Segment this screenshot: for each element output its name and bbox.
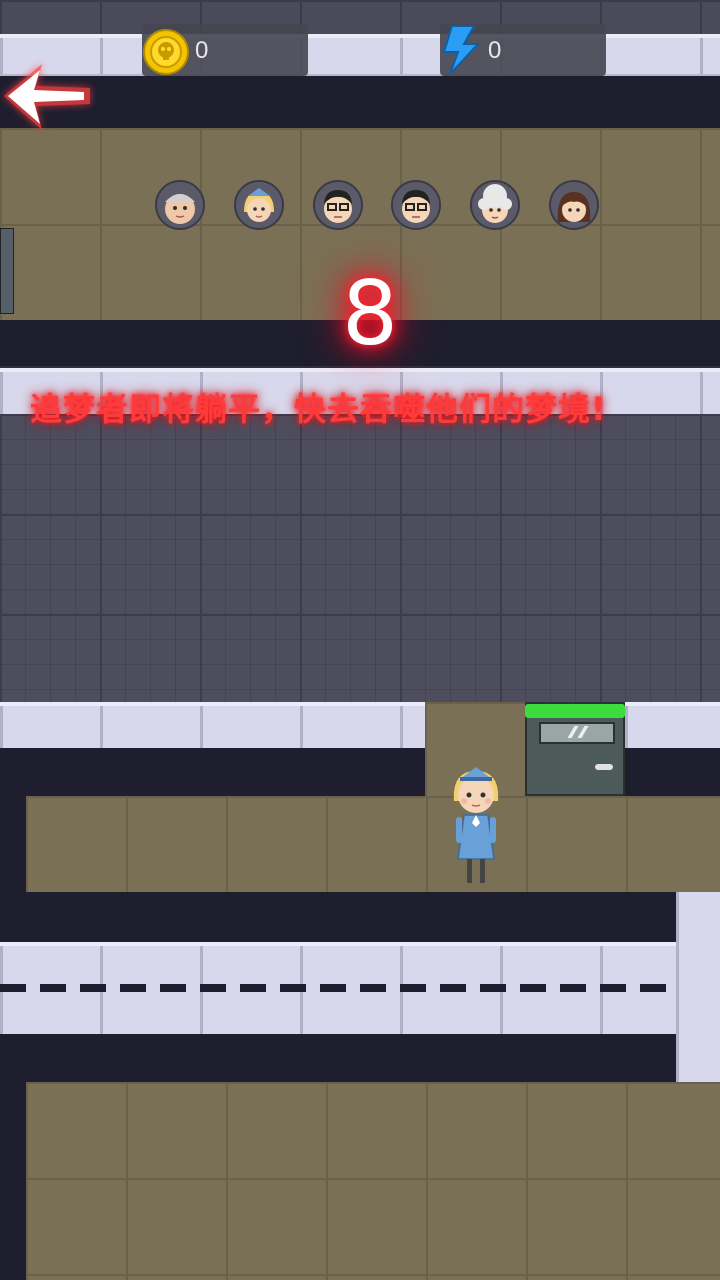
room-top-wall (0, 748, 425, 796)
door-health-bar (525, 704, 625, 718)
side-machine (0, 228, 14, 314)
stewardess-character[interactable] (448, 765, 504, 887)
back-arrow-icon (4, 64, 90, 130)
door-window (539, 722, 615, 744)
stone-courtyard (0, 414, 720, 702)
player-avatar-grandma (470, 180, 520, 230)
player-avatar-stewardess (234, 180, 284, 230)
room-left-wall (0, 796, 26, 892)
top-dark-wall (0, 76, 720, 128)
warning-ticker: 追梦者即将躺平，快去吞噬他们的梦境! (30, 390, 607, 428)
countdown-timer: 8 (342, 262, 398, 365)
lower-room-top-wall (0, 1034, 676, 1082)
room-bottom-wall (0, 892, 676, 942)
snow-corridor-right (676, 892, 720, 1082)
energy-count: 0 (488, 37, 502, 64)
room-top-wall-right (625, 748, 720, 796)
coin-count: 0 (195, 37, 209, 64)
skull-coin-icon (142, 28, 190, 76)
room-floor (26, 796, 720, 892)
door-handle (595, 764, 613, 770)
corridor-crack (0, 984, 720, 992)
lower-snow-wall-right (625, 702, 720, 754)
player-avatar-glasses-man (313, 180, 363, 230)
back-button[interactable] (0, 58, 96, 136)
lower-room-floor (26, 1082, 720, 1280)
player-avatar-glasses-man-2 (391, 180, 441, 230)
player-avatar-old-man (155, 180, 205, 230)
player-avatar-girl (549, 180, 599, 230)
lower-snow-wall (0, 702, 425, 754)
top-snow-wall (0, 34, 720, 78)
lightning-icon (440, 24, 484, 76)
lower-room-left-wall (0, 1082, 26, 1280)
top-stone-band (0, 0, 720, 36)
